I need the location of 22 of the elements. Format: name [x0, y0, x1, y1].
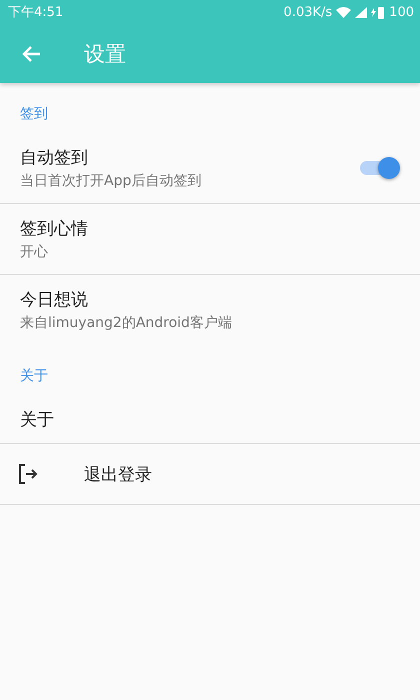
item-summary: 来自limuyang2的Android客户端 — [20, 314, 233, 332]
item-summary: 开心 — [20, 243, 49, 261]
item-title: 今日想说 — [20, 289, 89, 311]
item-summary: 当日首次打开App后自动签到 — [20, 172, 202, 190]
status-time: 下午4:51 — [8, 4, 64, 21]
wifi-icon — [336, 6, 352, 18]
battery-level: 100 — [389, 4, 414, 20]
item-title: 自动签到 — [20, 147, 89, 169]
settings-item[interactable]: 今日想说 来自limuyang2的Android客户端 — [0, 275, 420, 345]
item-title: 签到心情 — [20, 218, 89, 240]
logout-button[interactable]: 退出登录 — [0, 444, 420, 504]
signal-icon — [355, 6, 368, 18]
settings-item[interactable]: 签到心情 开心 — [0, 204, 420, 274]
section-header: 签到 — [19, 105, 49, 124]
logout-icon — [16, 462, 40, 486]
item-title: 关于 — [20, 408, 55, 430]
settings-item[interactable]: 自动签到 当日首次打开App后自动签到 — [0, 133, 420, 203]
battery-charging-icon — [371, 6, 386, 18]
page-title: 设置 — [84, 40, 126, 68]
section-header: 关于 — [19, 367, 49, 386]
network-speed: 0.03K/s — [284, 4, 332, 20]
settings-item[interactable]: 关于 — [0, 395, 420, 443]
